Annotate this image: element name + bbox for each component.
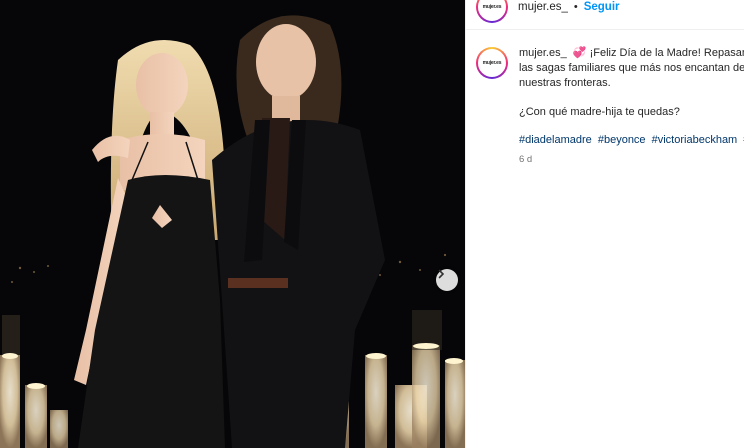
post-side-panel: mujer.es mujer.es_ • Seguir mujer.es muj… xyxy=(465,0,744,448)
avatar-inner: mujer.es xyxy=(478,0,506,21)
header-separator: • xyxy=(573,0,578,13)
post-header: mujer.es mujer.es_ • Seguir xyxy=(466,0,744,30)
avatar[interactable]: mujer.es xyxy=(476,0,508,23)
avatar-logo-text: mujer.es xyxy=(482,3,502,10)
caption-avatar-inner: mujer.es xyxy=(478,49,506,77)
caption-question: ¿Con qué madre-hija te quedas? xyxy=(519,106,680,118)
chevron-right-icon xyxy=(438,269,445,279)
caption: mujer.es mujer.es_ 💞 ¡Feliz Día de la Ma… xyxy=(476,46,744,165)
caption-avatar-logo-text: mujer.es xyxy=(482,60,502,66)
hashtag-link[interactable]: #diadelamadre xyxy=(519,134,592,146)
hashtag-link[interactable]: #beyonce xyxy=(598,134,646,146)
caption-body: mujer.es_ 💞 ¡Feliz Día de la Madre! Repa… xyxy=(519,46,744,165)
hashtag-list: #diadelamadre #beyonce #victoriabeckham … xyxy=(519,133,744,148)
header-username[interactable]: mujer.es_ xyxy=(518,1,568,13)
hashtag-link[interactable]: #victoriabeckham xyxy=(652,134,738,146)
post-photo[interactable] xyxy=(0,0,465,448)
post-timestamp[interactable]: 6 d xyxy=(519,154,744,165)
caption-text: mujer.es_ 💞 ¡Feliz Día de la Madre! Repa… xyxy=(519,46,744,91)
photo-illustration xyxy=(0,0,465,448)
next-photo-button[interactable] xyxy=(436,269,458,291)
two-hearts-icon: 💞 xyxy=(572,47,587,59)
caption-username[interactable]: mujer.es_ xyxy=(519,47,567,59)
follow-button[interactable]: Seguir xyxy=(584,1,620,13)
caption-avatar[interactable]: mujer.es xyxy=(476,47,508,79)
